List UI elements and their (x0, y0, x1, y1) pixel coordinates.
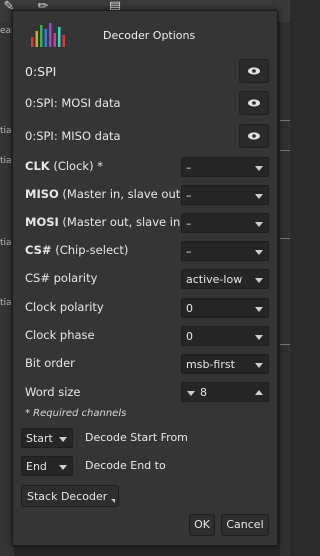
background-divider (280, 120, 290, 121)
decode-start-label: Decode Start From (85, 431, 188, 444)
logo-bar (49, 23, 52, 47)
dialog-titlebar[interactable]: Decoder Options (13, 11, 277, 55)
eye-icon (248, 132, 260, 140)
chevron-down-icon (59, 465, 67, 470)
chevron-down-icon (255, 363, 263, 368)
dialog-title: Decoder Options (103, 29, 196, 42)
chevron-down-icon (255, 194, 263, 199)
toggle-visibility-button[interactable] (239, 59, 269, 83)
background-label: tia (0, 126, 12, 136)
annotation-row-label: 0:SPI: MOSI data (25, 96, 121, 110)
word-size-spinbox[interactable]: 8 (181, 382, 269, 402)
decode-end-label: Decode End to (85, 459, 166, 472)
decoder-options-dialog: Decoder Options 0:SPI 0:SPI: MOSI data 0… (12, 10, 278, 546)
clk-select[interactable]: – (181, 157, 269, 177)
toggle-visibility-button[interactable] (239, 124, 269, 148)
cancel-button[interactable]: Cancel (221, 514, 269, 536)
chevron-down-icon (255, 222, 263, 227)
mosi-select[interactable]: – (181, 213, 269, 233)
decoder-name-label: 0:SPI (25, 64, 57, 79)
logo-bar (31, 37, 34, 47)
logo-bar (35, 31, 38, 47)
decrement-arrow-icon[interactable] (187, 391, 195, 396)
background-label: tia (0, 238, 12, 248)
clk-label: CLK (Clock) * (25, 159, 103, 173)
logo-bar (62, 35, 65, 47)
clock-polarity-label: Clock polarity (25, 300, 104, 314)
bit-order-select[interactable]: msb-first (181, 354, 269, 374)
cs-polarity-select[interactable]: active-low (181, 269, 269, 289)
logo-bar (44, 29, 47, 47)
miso-select[interactable]: – (181, 185, 269, 205)
increment-arrow-icon[interactable] (255, 390, 263, 395)
chevron-down-icon (255, 250, 263, 255)
menu-indicator-icon (111, 499, 115, 503)
logo-bar (40, 25, 43, 47)
word-size-label: Word size (25, 385, 81, 399)
clock-polarity-select[interactable]: 0 (181, 298, 269, 318)
bit-order-label: Bit order (25, 356, 75, 370)
decode-end-select[interactable]: End (21, 456, 73, 476)
required-channels-hint: * Required channels (25, 408, 127, 419)
chevron-down-icon (59, 437, 67, 442)
chevron-down-icon (255, 166, 263, 171)
clock-phase-select[interactable]: 0 (181, 326, 269, 346)
background-label: tia (0, 156, 12, 166)
ok-button[interactable]: OK (189, 514, 215, 536)
logo-bar (58, 27, 61, 47)
logo-bar (53, 33, 56, 47)
background-label: tia (0, 298, 12, 308)
background-divider (280, 150, 290, 151)
eye-icon (248, 67, 260, 75)
clock-phase-label: Clock phase (25, 328, 95, 342)
miso-label: MISO (Master in, slave out) (25, 187, 185, 201)
stack-decoder-button[interactable]: Stack Decoder (21, 485, 119, 507)
background-divider (280, 344, 290, 345)
chevron-down-icon (255, 335, 263, 340)
chevron-down-icon (255, 278, 263, 283)
decode-start-select[interactable]: Start (21, 428, 73, 448)
mosi-label: MOSI (Master out, slave in) (25, 215, 185, 229)
cs-select[interactable]: – (181, 241, 269, 261)
background-right-panel (280, 22, 290, 556)
word-size-value: 8 (200, 386, 207, 399)
eye-icon (248, 99, 260, 107)
cs-polarity-label: CS# polarity (25, 271, 98, 285)
cs-label: CS# (Chip-select) (25, 243, 129, 257)
pulseview-logo-icon (31, 23, 65, 47)
chevron-down-icon (255, 307, 263, 312)
background-divider (280, 238, 290, 239)
toggle-visibility-button[interactable] (239, 91, 269, 115)
annotation-row-label: 0:SPI: MISO data (25, 129, 121, 143)
